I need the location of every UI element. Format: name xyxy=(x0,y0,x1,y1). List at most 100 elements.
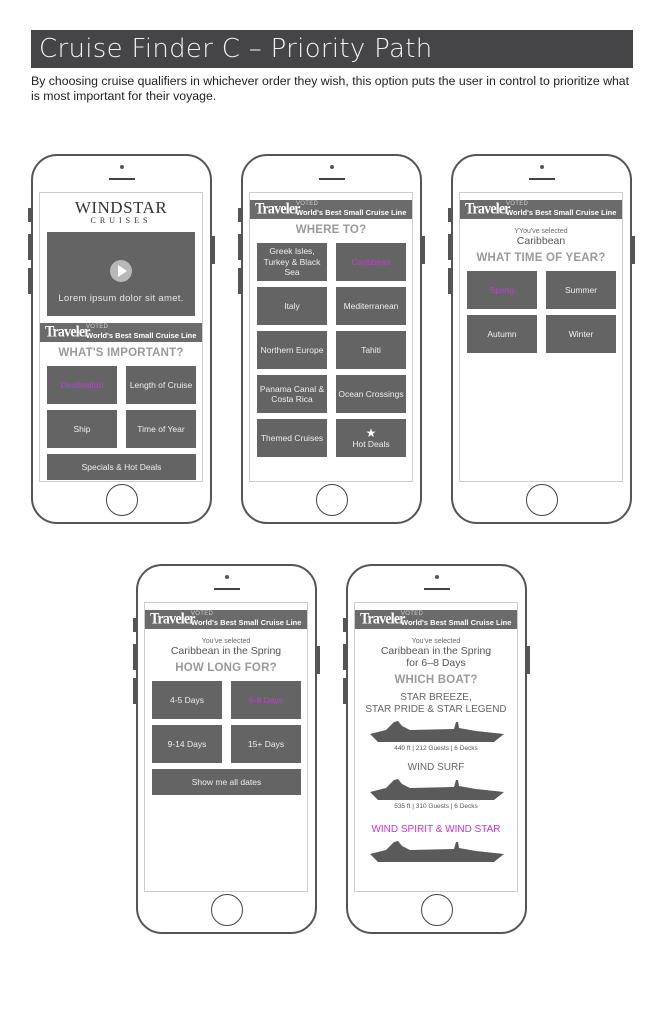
camera-icon xyxy=(329,165,334,169)
mute-switch xyxy=(448,208,451,222)
option-northern-europe[interactable]: Northern Europe xyxy=(257,331,327,369)
boat-option-wind-surf[interactable]: WIND SURF 535 ft | 310 Guests | 6 Decks xyxy=(355,762,517,810)
page-description: By choosing cruise qualifiers in whichev… xyxy=(31,74,630,103)
camera-icon xyxy=(539,165,544,169)
award-banner: Traveler VOTED World's Best Small Cruise… xyxy=(40,323,202,342)
volume-up-button xyxy=(343,644,346,670)
selection-summary-duration: for 6–8 Days xyxy=(406,657,466,669)
volume-down-button xyxy=(448,268,451,294)
power-button xyxy=(527,646,530,674)
screen-time-of-year: Traveler VOTED World's Best Small Cruise… xyxy=(459,192,623,482)
ship-silhouette-icon xyxy=(370,841,504,862)
option-15-plus-days[interactable]: 15+ Days xyxy=(231,725,301,763)
phone-mockup-3: Traveler VOTED World's Best Small Cruise… xyxy=(448,154,635,524)
volume-up-button xyxy=(448,234,451,260)
screen-heading: HOW LONG FOR? xyxy=(175,662,277,674)
volume-down-button xyxy=(133,678,136,704)
speaker-icon xyxy=(213,588,240,590)
selection-summary: Caribbean in the Spring xyxy=(380,645,492,657)
option-time-of-year[interactable]: Time of Year xyxy=(126,410,196,448)
screen-heading: WHAT'S IMPORTANT? xyxy=(58,347,184,359)
selection-summary: Caribbean in the Spring xyxy=(170,645,282,657)
option-spring[interactable]: Spring xyxy=(467,271,537,309)
home-button[interactable] xyxy=(210,894,243,926)
award-banner: Traveler VOTED World's Best Small Cruise… xyxy=(355,610,517,629)
screen-heading: WHICH BOAT? xyxy=(394,674,478,686)
award-banner: Traveler VOTED World's Best Small Cruise… xyxy=(145,610,307,629)
screen-heading: WHAT TIME OF YEAR? xyxy=(476,252,606,264)
option-6-8-days[interactable]: 6-8 Days xyxy=(231,681,301,719)
selection-label: You've selected xyxy=(201,638,251,645)
option-summer[interactable]: Summer xyxy=(546,271,616,309)
option-italy[interactable]: Italy xyxy=(257,287,327,325)
page-title: Cruise Finder C – Priority Path xyxy=(39,34,433,64)
home-button[interactable] xyxy=(315,484,348,516)
selection-label: YYou've selected xyxy=(514,228,568,235)
screen-whats-important: WINDSTAR CRUISES Lorem ipsum dolor sit a… xyxy=(39,192,203,482)
volume-down-button xyxy=(343,678,346,704)
boat-name: WIND SPIRIT & WIND STAR xyxy=(371,824,501,835)
option-winter[interactable]: Winter xyxy=(546,315,616,353)
power-button xyxy=(317,646,320,674)
screen-how-long: Traveler VOTED World's Best Small Cruise… xyxy=(144,602,308,892)
traveler-logo: Traveler xyxy=(255,200,300,219)
ship-silhouette-icon xyxy=(370,779,504,800)
screen-which-boat: Traveler VOTED World's Best Small Cruise… xyxy=(354,602,518,892)
volume-up-button xyxy=(28,234,31,260)
option-specials-hot-deals[interactable]: Specials & Hot Deals xyxy=(47,454,196,480)
option-caribbean[interactable]: Caribbean xyxy=(336,243,406,281)
traveler-logo: Traveler xyxy=(465,200,510,219)
option-length-of-cruise[interactable]: Length of Cruise xyxy=(126,366,196,404)
boat-option-star-breeze[interactable]: STAR BREEZE, STAR PRIDE & STAR LEGEND 44… xyxy=(355,692,517,752)
power-button xyxy=(422,236,425,264)
home-button[interactable] xyxy=(420,894,453,926)
speaker-icon xyxy=(108,178,135,180)
video-caption: Lorem ipsum dolor sit amet. xyxy=(58,293,184,304)
option-autumn[interactable]: Autumn xyxy=(467,315,537,353)
camera-icon xyxy=(119,165,124,169)
traveler-logo: Traveler xyxy=(150,610,195,629)
traveler-logo: Traveler xyxy=(45,323,90,342)
screen-where-to: Traveler VOTED World's Best Small Cruise… xyxy=(249,192,413,482)
volume-down-button xyxy=(28,268,31,294)
volume-up-button xyxy=(133,644,136,670)
volume-down-button xyxy=(238,268,241,294)
boat-name: WIND SURF xyxy=(407,762,465,773)
windstar-logo: WINDSTAR CRUISES xyxy=(74,198,168,225)
ship-silhouette-icon xyxy=(370,721,504,742)
option-hot-deals[interactable]: ★ Hot Deals xyxy=(336,419,406,457)
option-ocean-crossings[interactable]: Ocean Crossings xyxy=(336,375,406,413)
option-mediterranean[interactable]: Mediterranean xyxy=(336,287,406,325)
option-panama-canal[interactable]: Panama Canal & Costa Rica xyxy=(257,375,327,413)
option-tahiti[interactable]: Tahiti xyxy=(336,331,406,369)
speaker-icon xyxy=(528,178,555,180)
boat-specs: 535 ft | 310 Guests | 6 Decks xyxy=(394,803,478,810)
phone-mockup-4: Traveler VOTED World's Best Small Cruise… xyxy=(133,564,320,934)
home-button[interactable] xyxy=(525,484,558,516)
screen-heading: WHERE TO? xyxy=(295,224,367,236)
mute-switch xyxy=(133,618,136,632)
option-themed-cruises[interactable]: Themed Cruises xyxy=(257,419,327,457)
video-player[interactable]: Lorem ipsum dolor sit amet. xyxy=(47,232,195,316)
power-button xyxy=(632,236,635,264)
option-4-5-days[interactable]: 4-5 Days xyxy=(152,681,222,719)
page-title-bar: Cruise Finder C – Priority Path xyxy=(31,30,633,68)
award-banner: Traveler VOTED World's Best Small Cruise… xyxy=(460,200,622,219)
home-button[interactable] xyxy=(105,484,138,516)
show-all-dates-button[interactable]: Show me all dates xyxy=(152,769,301,795)
option-destination[interactable]: Desitnation xyxy=(47,366,117,404)
selection-label: You've selected xyxy=(411,638,461,645)
mute-switch xyxy=(343,618,346,632)
camera-icon xyxy=(224,575,229,579)
option-9-14-days[interactable]: 9-14 Days xyxy=(152,725,222,763)
speaker-icon xyxy=(318,178,345,180)
boat-specs: 440 ft | 212 Guests | 6 Decks xyxy=(394,745,478,752)
option-greek-isles[interactable]: Greek Isles, Turkey & Black Sea xyxy=(257,243,327,281)
phone-mockup-2: Traveler VOTED World's Best Small Cruise… xyxy=(238,154,425,524)
option-ship[interactable]: Ship xyxy=(47,410,117,448)
camera-icon xyxy=(434,575,439,579)
boat-option-wind-spirit[interactable]: WIND SPIRIT & WIND STAR xyxy=(355,824,517,864)
play-icon[interactable] xyxy=(110,260,132,282)
phone-mockup-5: Traveler VOTED World's Best Small Cruise… xyxy=(343,564,530,934)
boat-name: STAR BREEZE, STAR PRIDE & STAR LEGEND xyxy=(365,692,507,715)
